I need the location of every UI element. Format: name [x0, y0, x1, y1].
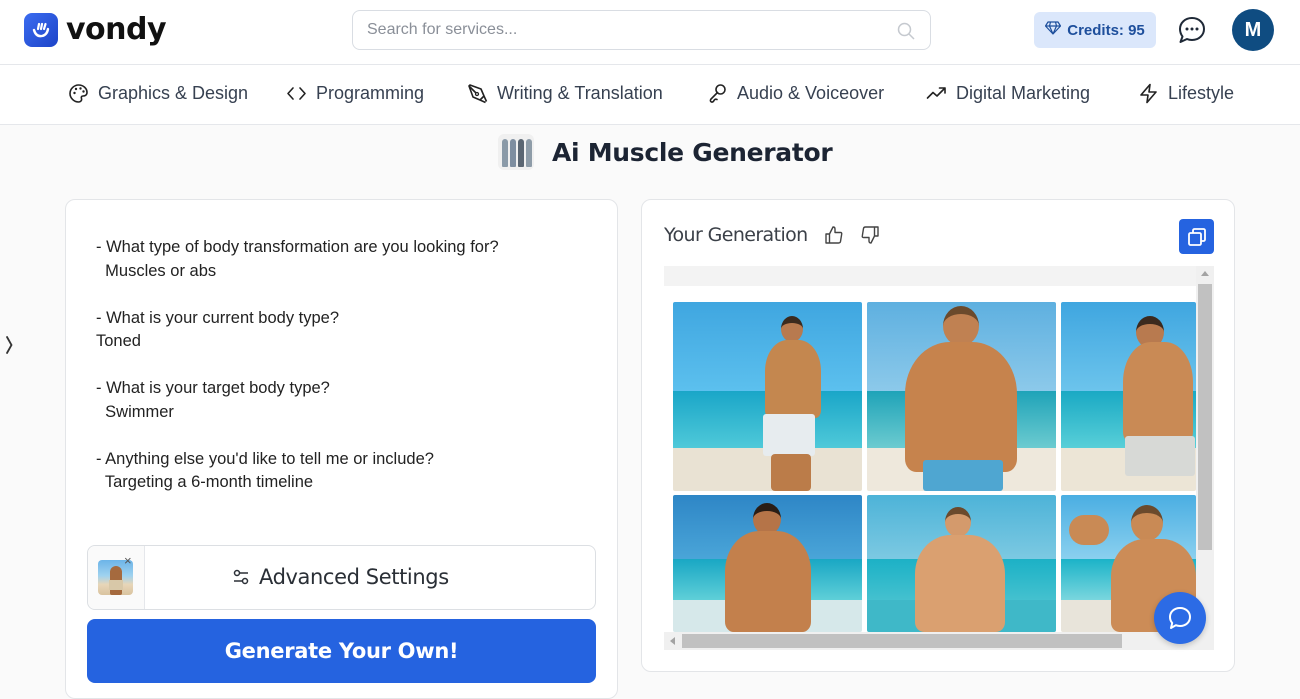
thumbs-up-icon[interactable] — [824, 225, 844, 250]
category-writing-translation[interactable]: Writing & Translation — [467, 83, 663, 104]
generated-image[interactable] — [867, 495, 1056, 632]
chat-support-button[interactable] — [1154, 592, 1206, 644]
shaka-hand-icon — [24, 13, 58, 47]
palette-icon — [69, 84, 88, 103]
user-avatar[interactable]: M — [1232, 9, 1274, 51]
copy-button[interactable] — [1179, 219, 1214, 254]
category-programming[interactable]: Programming — [286, 83, 424, 104]
page-header: Ai Muscle Generator — [498, 134, 833, 170]
copy-icon — [1187, 227, 1206, 246]
category-nav: Graphics & Design Programming Writing & … — [0, 65, 1300, 125]
vertical-scrollbar[interactable] — [1196, 266, 1214, 632]
category-digital-marketing[interactable]: Digital Marketing — [926, 83, 1090, 104]
page-title: Ai Muscle Generator — [552, 137, 833, 167]
horizontal-scrollbar[interactable] — [664, 632, 1214, 650]
gallery-grid — [664, 286, 1196, 632]
vertical-scroll-thumb[interactable] — [1198, 284, 1212, 550]
advanced-settings-bar[interactable]: × Advanced Settings — [87, 545, 596, 610]
output-panel: Your Generation — [641, 199, 1235, 672]
input-panel: - What type of body transformation are y… — [65, 199, 618, 699]
thumbs-down-icon[interactable] — [860, 225, 880, 250]
search-icon[interactable] — [896, 21, 916, 46]
search-input[interactable] — [353, 11, 873, 49]
scroll-left-arrow-icon[interactable] — [670, 637, 675, 645]
logo[interactable]: vondy — [24, 12, 167, 47]
category-audio-voiceover[interactable]: Audio & Voiceover — [707, 83, 884, 104]
output-title: Your Generation — [664, 224, 808, 246]
category-label: Audio & Voiceover — [737, 83, 885, 103]
generated-image[interactable] — [673, 495, 862, 632]
prompt-text[interactable]: - What type of body transformation are y… — [96, 236, 596, 495]
category-label: Lifestyle — [1168, 83, 1235, 103]
category-label: Writing & Translation — [497, 83, 663, 103]
category-label: Graphics & Design — [98, 83, 249, 103]
category-label: Programming — [316, 83, 425, 103]
chat-bubble-icon — [1169, 607, 1191, 629]
sidebar-toggle-chevron-icon[interactable] — [4, 334, 14, 361]
code-icon — [287, 87, 306, 100]
credits-label: Credits: 95 — [1067, 21, 1145, 39]
category-lifestyle[interactable]: Lifestyle — [1138, 83, 1234, 104]
generated-image[interactable] — [673, 302, 862, 491]
sliders-icon — [233, 569, 249, 585]
scroll-up-arrow-icon[interactable] — [1201, 271, 1209, 276]
reference-image-slot: × — [88, 546, 145, 609]
advanced-settings-button[interactable]: Advanced Settings — [232, 565, 449, 589]
category-graphics-design[interactable]: Graphics & Design — [68, 83, 248, 104]
brand-name: vondy — [66, 12, 167, 47]
messages-icon[interactable] — [1176, 14, 1208, 46]
remove-reference-button[interactable]: × — [124, 554, 132, 567]
advanced-settings-label: Advanced Settings — [259, 565, 449, 589]
lightning-icon — [1140, 83, 1157, 104]
horizontal-scroll-thumb[interactable] — [682, 634, 1122, 648]
top-bar: vondy Credits: 95 M — [0, 0, 1300, 65]
generate-button[interactable]: Generate Your Own! — [87, 619, 596, 683]
diamond-icon — [1045, 21, 1062, 39]
image-gallery — [664, 266, 1214, 650]
trending-up-icon — [926, 87, 946, 99]
generated-image[interactable] — [1061, 302, 1196, 491]
credits-badge[interactable]: Credits: 95 — [1034, 12, 1156, 48]
generated-image[interactable] — [867, 302, 1056, 491]
category-label: Digital Marketing — [956, 83, 1091, 103]
search-box[interactable] — [352, 10, 931, 50]
pen-nib-icon — [468, 84, 488, 104]
tool-thumbnail — [498, 134, 534, 170]
microphone-icon — [709, 84, 726, 103]
